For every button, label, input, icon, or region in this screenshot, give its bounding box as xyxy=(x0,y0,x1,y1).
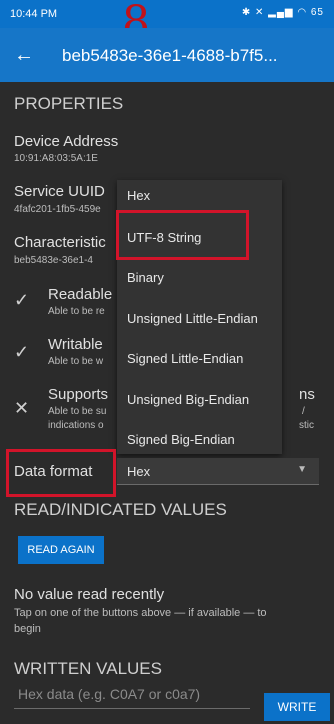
x-icon: ✕ xyxy=(14,398,30,418)
writable-title: Writable xyxy=(48,336,103,353)
option-unsigned-big-endian[interactable]: Unsigned Big-Endian xyxy=(127,392,249,407)
supports-title-tail: ns xyxy=(299,386,315,403)
no-value-help-2: begin xyxy=(14,623,41,635)
option-signed-little-endian[interactable]: Signed Little-Endian xyxy=(127,351,243,366)
highlight-box xyxy=(116,210,249,260)
hex-data-input[interactable]: Hex data (e.g. C0A7 or c0a7) xyxy=(14,680,250,709)
check-icon: ✓ xyxy=(14,290,30,310)
writable-subtitle: Able to be w xyxy=(48,356,104,367)
written-values-header: WRITTEN VALUES xyxy=(14,659,162,678)
device-address-label: Device Address xyxy=(14,133,119,150)
service-uuid-label: Service UUID xyxy=(14,183,105,200)
readable-title: Readable xyxy=(48,286,113,303)
status-time: 10:44 PM xyxy=(10,8,58,20)
option-unsigned-little-endian[interactable]: Unsigned Little-Endian xyxy=(127,311,258,326)
back-arrow-icon[interactable]: ← xyxy=(14,44,34,67)
readable-subtitle: Able to be re xyxy=(48,306,105,317)
characteristic-label: Characteristic xyxy=(14,234,106,251)
check-icon: ✓ xyxy=(14,342,30,362)
supports-subtitle-tail-1: / xyxy=(302,406,305,417)
page-title: beb5483e-36e1-4688-b7f5... xyxy=(62,46,278,65)
write-button[interactable]: WRITE xyxy=(264,693,330,721)
read-again-button[interactable]: READ AGAIN xyxy=(18,536,104,564)
data-format-selected: Hex xyxy=(127,464,151,479)
battery-icon: 65 xyxy=(310,7,324,18)
no-value-help-1: Tap on one of the buttons above — if ava… xyxy=(14,607,267,619)
hex-data-placeholder: Hex data (e.g. C0A7 or c0a7) xyxy=(18,686,201,702)
dropdown-arrow-icon: ▼ xyxy=(297,464,307,475)
option-signed-big-endian[interactable]: Signed Big-Endian xyxy=(127,432,235,447)
no-value-title: No value read recently xyxy=(14,586,165,603)
service-uuid-value: 4fafc201-1fb5-459e xyxy=(14,204,101,215)
characteristic-value: beb5483e-36e1-4 xyxy=(14,255,93,266)
properties-header: PROPERTIES xyxy=(14,94,124,113)
top-app-bar: ← beb5483e-36e1-4688-b7f5... xyxy=(0,28,334,82)
option-hex[interactable]: Hex xyxy=(127,188,150,203)
highlight-box xyxy=(6,449,116,497)
read-indicated-header: READ/INDICATED VALUES xyxy=(14,500,227,519)
supports-subtitle-2: indications o xyxy=(48,420,104,431)
supports-title: Supports xyxy=(48,386,109,403)
supports-subtitle-1: Able to be su xyxy=(48,406,107,417)
device-address-value: 10:91:A8:03:5A:1E xyxy=(14,153,98,164)
data-format-select[interactable]: Hex ▼ xyxy=(117,458,319,485)
status-icons: ✱ ✕ ▂▄▆ ◠ 65 xyxy=(241,7,324,18)
supports-subtitle-tail-2: stic xyxy=(299,420,314,431)
option-binary[interactable]: Binary xyxy=(127,270,164,285)
